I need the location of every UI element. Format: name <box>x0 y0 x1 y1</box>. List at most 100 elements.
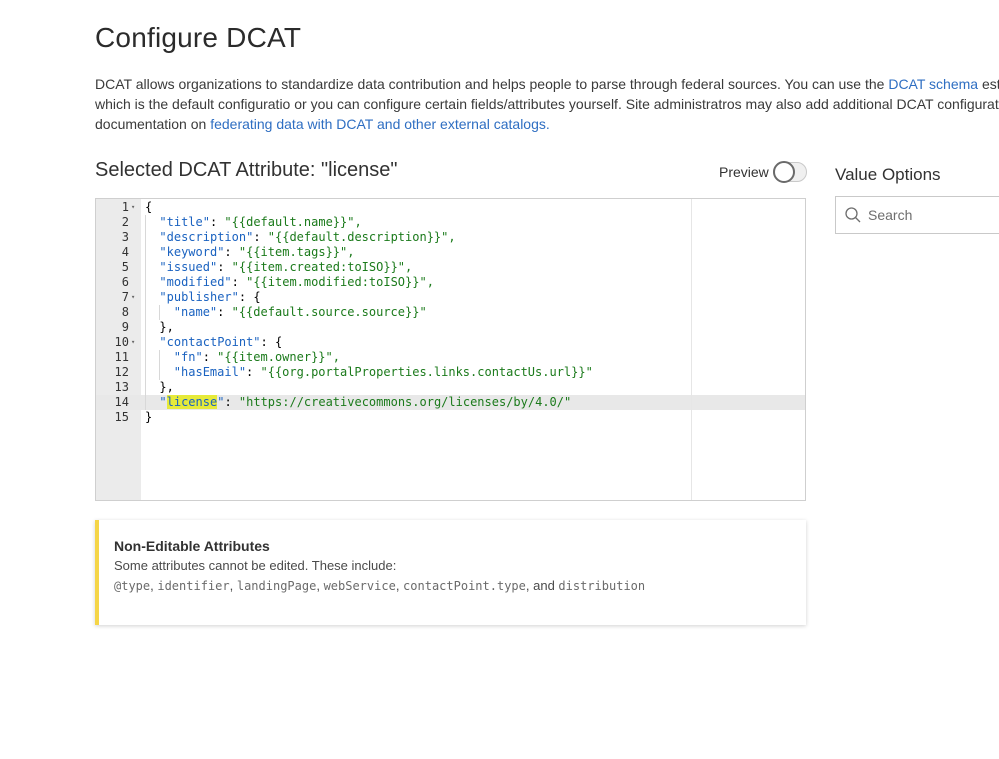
code-punct: { <box>145 200 153 214</box>
selected-attribute-title: Selected DCAT Attribute: "license" <box>95 159 398 181</box>
fold-arrow-icon[interactable]: ▾ <box>131 290 135 305</box>
json-key: "description" <box>159 230 254 244</box>
json-key-highlight: license <box>166 395 218 409</box>
json-key: "title" <box>159 215 210 229</box>
code-line: 2 "title": "{{default.name}}", <box>96 215 805 230</box>
notice-text: Some attributes cannot be edited. These … <box>114 558 397 573</box>
intro-line-1-end: establis <box>981 76 999 92</box>
intro-line-1: DCAT allows organizations to standardize… <box>95 74 999 94</box>
line-number: 9 <box>121 320 129 334</box>
code-line: 11 "fn": "{{item.owner}}", <box>96 350 805 365</box>
federating-data-link[interactable]: federating data with DCAT and other exte… <box>210 116 550 132</box>
json-value: "{{default.source.source}}" <box>231 305 427 319</box>
preview-label: Preview <box>719 164 769 180</box>
code-colon: : <box>202 350 218 364</box>
intro-line-1-start: DCAT allows organizations to standardize… <box>95 76 889 92</box>
attribute-separator: , <box>395 578 404 593</box>
intro-line-3: documentation on federating data with DC… <box>95 114 999 134</box>
line-number: 15 <box>114 410 129 424</box>
fold-arrow-icon[interactable]: ▾ <box>131 200 135 215</box>
line-number: 5 <box>121 260 129 274</box>
code-text: "description": "{{default.description}}"… <box>159 230 455 245</box>
value-options-search[interactable] <box>835 196 999 234</box>
attribute-code: webService <box>323 579 396 593</box>
search-icon <box>844 206 862 229</box>
code-text: "modified": "{{item.modified:toISO}}", <box>159 275 434 290</box>
code-colon: : <box>217 260 232 274</box>
code-text: }, <box>159 320 173 335</box>
code-line: 1 ▾ { <box>96 200 805 215</box>
code-text: "hasEmail": "{{org.portalProperties.link… <box>174 365 593 380</box>
line-number: 4 <box>121 245 129 259</box>
value-options-title: Value Options <box>835 165 941 184</box>
dcat-schema-link[interactable]: DCAT schema <box>888 76 978 92</box>
json-key: "issued" <box>159 260 218 274</box>
json-key: "contactPoint" <box>159 335 261 349</box>
intro-line-3-start: documentation on <box>95 116 211 132</box>
line-number: 13 <box>114 380 129 394</box>
attribute-separator: , <box>316 578 324 593</box>
line-number: 11 <box>114 350 129 364</box>
and-word: and <box>533 578 559 593</box>
line-number: 12 <box>114 365 129 379</box>
code-line: 4 "keyword": "{{item.tags}}", <box>96 245 805 260</box>
json-value: { <box>275 335 283 349</box>
json-value: "{{item.owner}}", <box>217 350 340 364</box>
code-text: } <box>145 410 152 425</box>
code-text: { <box>145 200 152 215</box>
json-value: "{{default.name}}", <box>224 215 362 229</box>
indent-guide <box>159 305 161 320</box>
json-value: "{{org.portalProperties.links.contactUs.… <box>260 365 593 379</box>
code-line: 10 ▾ "contactPoint": { <box>96 335 805 350</box>
code-colon: : <box>209 215 225 229</box>
json-value: "{{item.created:toISO}}", <box>231 260 413 274</box>
indent-guide <box>145 215 146 410</box>
code-text: "fn": "{{item.owner}}", <box>174 350 340 365</box>
code-colon: : <box>238 290 254 304</box>
code-text: "issued": "{{item.created:toISO}}", <box>159 260 412 275</box>
code-line: 7 ▾ "publisher": { <box>96 290 805 305</box>
code-punct: }, <box>159 320 174 334</box>
code-text: "title": "{{default.name}}", <box>159 215 361 230</box>
toggle-knob <box>772 161 795 183</box>
code-colon: : <box>224 395 239 409</box>
code-line: 15} <box>96 410 805 425</box>
preview-toggle[interactable] <box>772 161 807 183</box>
code-punct: }, <box>159 380 174 394</box>
search-input[interactable] <box>868 205 999 225</box>
code-line: 6 "modified": "{{item.modified:toISO}}", <box>96 275 805 290</box>
code-text: "publisher": { <box>159 290 260 305</box>
line-number: 1 <box>121 200 129 214</box>
json-key: "fn" <box>173 350 203 364</box>
json-value: "https://creativecommons.org/licenses/by… <box>238 395 572 409</box>
line-number: 14 <box>114 395 129 409</box>
code-colon: : <box>253 230 268 244</box>
line-number: 3 <box>121 230 129 244</box>
json-editor[interactable]: 1 ▾{2 "title": "{{default.name}}", 3 "descri… <box>95 198 806 501</box>
attribute-separator: , <box>229 578 237 593</box>
code-line: 3 "description": "{{default.description}}… <box>96 230 805 245</box>
code-punct: } <box>145 410 153 424</box>
code-colon: : <box>217 305 232 319</box>
code-text: "license": "https://creativecommons.org/… <box>159 395 571 410</box>
json-key: "modified" <box>159 275 232 289</box>
code-line: 13}, <box>96 380 805 395</box>
json-key: "publisher" <box>159 290 239 304</box>
code-text: "contactPoint": { <box>159 335 282 350</box>
code-colon: : <box>246 365 261 379</box>
json-key-quote: " <box>159 395 167 409</box>
attribute-code: landingPage <box>236 579 317 593</box>
attribute-code: distribution <box>558 579 646 593</box>
json-value: "{{default.description}}", <box>267 230 456 244</box>
fold-arrow-icon[interactable]: ▾ <box>131 335 135 350</box>
code-colon: : <box>231 275 247 289</box>
json-key: "hasEmail" <box>173 365 247 379</box>
code-line: 9}, <box>96 320 805 335</box>
line-number: 10 <box>114 335 129 349</box>
intro-line-2: which is the default configuratio or you… <box>95 96 999 112</box>
attribute-code: identifier <box>157 579 230 593</box>
preview-toggle-group: Preview <box>719 161 807 183</box>
code-text: "name": "{{default.source.source}}" <box>174 305 427 320</box>
line-number: 6 <box>121 275 129 289</box>
attribute-code: @type <box>114 579 151 593</box>
